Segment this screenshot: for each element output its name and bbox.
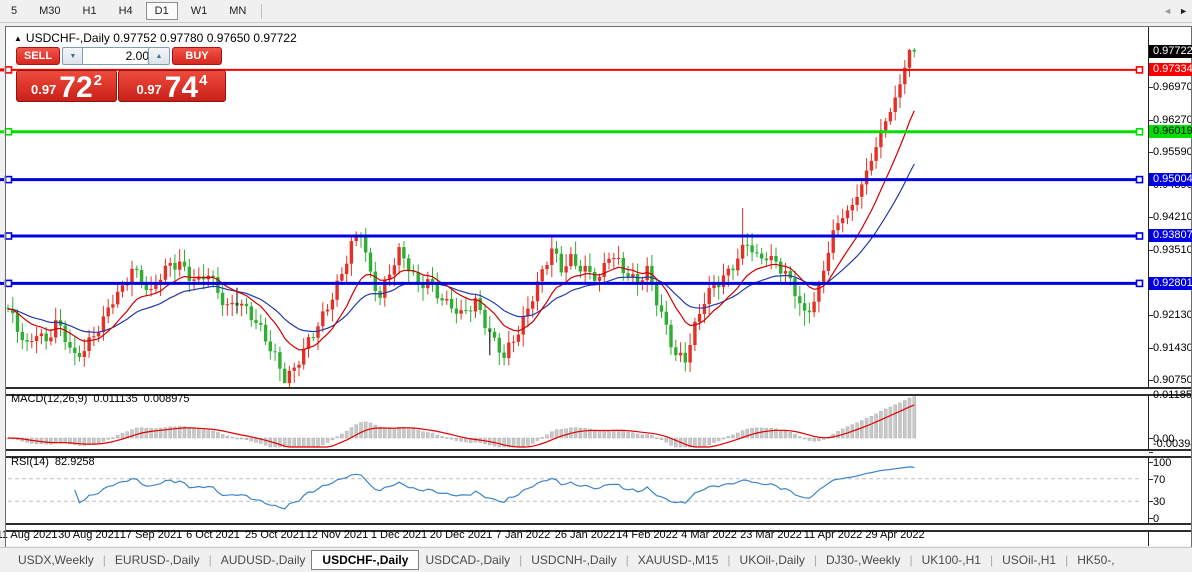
- tab-separator: |: [519, 553, 522, 567]
- macd-main-value: 0.011135: [93, 393, 137, 405]
- tab-scroll-arrows: ◄►: [1161, 4, 1190, 18]
- tab-separator: |: [727, 553, 730, 567]
- level-price-badge: 0.97334: [1149, 63, 1192, 76]
- date-tick-label: 1 Dec 2021: [371, 529, 427, 541]
- chart-symbol-period: USDCHF-,Daily: [26, 31, 110, 45]
- tab-dj30-weekly[interactable]: DJ30-,Weekly: [820, 550, 906, 570]
- timeframe-h1[interactable]: H1: [74, 2, 106, 20]
- sell-price-prefix: 0.97: [31, 82, 56, 97]
- sell-price-big: 72: [59, 74, 92, 101]
- price-tick-label: 0.96970: [1153, 81, 1192, 93]
- tab-scroll-right-icon[interactable]: ►: [1179, 6, 1188, 16]
- tab-hk50[interactable]: HK50-,: [1071, 550, 1120, 570]
- price-tick-label: 0.95590: [1153, 146, 1192, 158]
- timeframe-d1[interactable]: D1: [146, 2, 178, 20]
- rsi-line: [75, 467, 915, 509]
- timeframe-toolbar: 5M30 H1H4D1W1MN: [0, 0, 1192, 23]
- price-tick-label: 0.91430: [1153, 342, 1192, 354]
- price-tick-label: 0.92130: [1153, 309, 1192, 321]
- tab-scroll-left-icon[interactable]: ◄: [1163, 6, 1172, 16]
- current-price-badge: 0.97722: [1149, 45, 1192, 58]
- tab-usdcnh-daily[interactable]: USDCNH-,Daily: [525, 550, 622, 570]
- collapse-triangle-icon[interactable]: ▲: [14, 34, 22, 43]
- timeframe-mn[interactable]: MN: [220, 2, 255, 20]
- tab-separator: |: [1065, 553, 1068, 567]
- sell-price-pip: 2: [94, 72, 102, 89]
- macd-signal-value: 0.008975: [144, 393, 190, 405]
- date-tick-label: 12 Nov 2021: [306, 529, 368, 541]
- level-price-badge: 0.96019: [1149, 125, 1192, 138]
- date-tick-label: 4 Mar 2022: [681, 529, 737, 541]
- tab-xauusd-m15[interactable]: XAUUSD-,M15: [632, 550, 725, 570]
- buy-price-prefix: 0.97: [136, 82, 161, 97]
- level-price-badge: 0.93807: [1149, 229, 1192, 242]
- tab-separator: |: [814, 553, 817, 567]
- tab-separator: |: [990, 553, 993, 567]
- chart-title: ▲ USDCHF-,Daily 0.97752 0.97780 0.97650 0…: [14, 31, 297, 45]
- macd-label-row: MACD(12,26,9) 0.011135 0.008975: [11, 393, 196, 405]
- date-tick-label: 14 Feb 2022: [616, 529, 678, 541]
- tab-separator: |: [909, 553, 912, 567]
- price-tick-label: 0.96270: [1153, 114, 1192, 126]
- sell-price-button[interactable]: 0.97722: [16, 70, 117, 102]
- toolbar-separator: [261, 4, 262, 19]
- price-tick-label: 0.93510: [1153, 244, 1192, 256]
- chart-ohlc-values: 0.97752 0.97780 0.97650 0.97722: [113, 31, 297, 45]
- date-tick-label: 20 Dec 2021: [430, 529, 492, 541]
- date-tick-label: 26 Jan 2022: [555, 529, 616, 541]
- date-tick-label: 25 Oct 2021: [245, 529, 305, 541]
- macd-axis-label: 0.011853: [1153, 389, 1192, 401]
- volume-decrease-button[interactable]: ▼: [62, 47, 84, 65]
- timeframe-w1[interactable]: W1: [182, 2, 217, 20]
- rsi-value: 82.9258: [55, 456, 95, 468]
- date-tick-label: 11 Aug 2021: [0, 529, 57, 541]
- tab-separator: |: [103, 553, 106, 567]
- buy-price-button[interactable]: 0.97 744: [118, 70, 226, 102]
- buy-price-pip: 4: [199, 72, 207, 89]
- rsi-axis-label: 70: [1153, 474, 1165, 486]
- date-tick-label: 7 Jan 2022: [496, 529, 550, 541]
- tab-eurusd-daily[interactable]: EURUSD-,Daily: [109, 550, 206, 570]
- timeframe-h4[interactable]: H4: [110, 2, 142, 20]
- tab-usdchf-daily[interactable]: USDCHF-,Daily: [311, 550, 419, 570]
- tab-usdcad-daily[interactable]: USDCAD-,Daily: [419, 550, 516, 570]
- symbol-tab-bar: USDX,Weekly|EURUSD-,Daily|AUDUSD-,DailyU…: [0, 547, 1192, 572]
- buy-price-big: 74: [165, 74, 198, 101]
- tab-uk100-h1[interactable]: UK100-,H1: [916, 550, 987, 570]
- sell-button[interactable]: SELL: [16, 47, 60, 65]
- date-tick-label: 17 Sep 2021: [120, 529, 182, 541]
- macd-name: MACD(12,26,9): [11, 393, 87, 405]
- tab-separator: |: [209, 553, 212, 567]
- pane-separator-rsi[interactable]: [6, 449, 1192, 458]
- date-tick-label: 30 Aug 2021: [58, 529, 120, 541]
- rsi-axis-label: 0: [1153, 513, 1159, 525]
- date-tick-label: 11 Apr 2022: [804, 529, 863, 541]
- buy-button[interactable]: BUY: [172, 47, 222, 65]
- rsi-axis-label: 100: [1153, 457, 1171, 469]
- date-tick-label: 29 Apr 2022: [865, 529, 924, 541]
- timeframe-m30[interactable]: M30: [30, 2, 69, 20]
- timeframe-5[interactable]: 5: [2, 2, 26, 20]
- rsi-name: RSI(14): [11, 456, 49, 468]
- volume-input[interactable]: 2.00: [82, 47, 155, 65]
- volume-increase-button[interactable]: ▲: [148, 47, 170, 65]
- date-tick-label: 6 Oct 2021: [186, 529, 240, 541]
- tab-ukoil-daily[interactable]: UKOil-,Daily: [734, 550, 811, 570]
- level-price-badge: 0.92801: [1149, 277, 1192, 290]
- tab-audusd-daily[interactable]: AUDUSD-,Daily: [215, 550, 312, 570]
- date-tick-label: 23 Mar 2022: [740, 529, 802, 541]
- macd-axis-label: -0.003944: [1153, 438, 1192, 450]
- tab-usoil-h1[interactable]: USOil-,H1: [996, 550, 1062, 570]
- tab-separator: |: [626, 553, 629, 567]
- rsi-label-row: RSI(14) 82.9258: [11, 456, 101, 468]
- price-tick-label: 0.90750: [1153, 374, 1192, 386]
- rsi-axis-label: 30: [1153, 496, 1165, 508]
- level-price-badge: 0.95004: [1149, 173, 1192, 186]
- tab-usdx-weekly[interactable]: USDX,Weekly: [12, 550, 100, 570]
- axis-tick-mark: [1149, 452, 1153, 453]
- price-tick-label: 0.94210: [1153, 211, 1192, 223]
